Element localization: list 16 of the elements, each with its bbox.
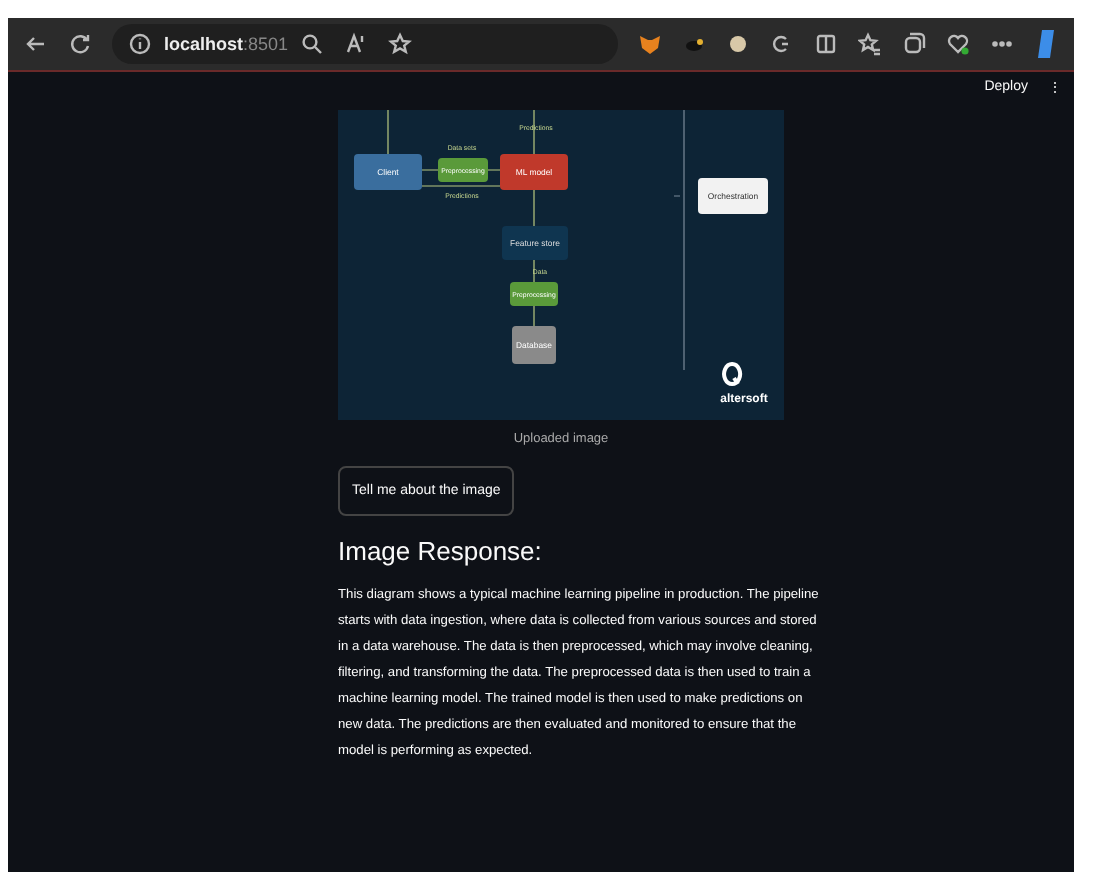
- zoom-icon[interactable]: [300, 32, 325, 56]
- url-text: localhost:8501: [164, 34, 289, 54]
- extension-icon[interactable]: [770, 32, 794, 56]
- heart-pulse-icon[interactable]: [946, 32, 970, 56]
- read-aloud-icon[interactable]: [344, 32, 369, 56]
- back-icon[interactable]: [24, 32, 48, 56]
- star-icon[interactable]: [388, 32, 413, 56]
- copilot-icon[interactable]: [1034, 28, 1058, 60]
- favorites-icon[interactable]: [858, 32, 882, 56]
- response-heading: Image Response:: [338, 536, 544, 566]
- address-bar[interactable]: localhost:8501: [112, 24, 618, 64]
- fox-extension-icon[interactable]: [638, 32, 662, 56]
- collections-icon[interactable]: [902, 32, 926, 56]
- info-icon[interactable]: [128, 32, 152, 56]
- refresh-icon[interactable]: [68, 32, 92, 56]
- split-screen-icon[interactable]: [814, 32, 838, 56]
